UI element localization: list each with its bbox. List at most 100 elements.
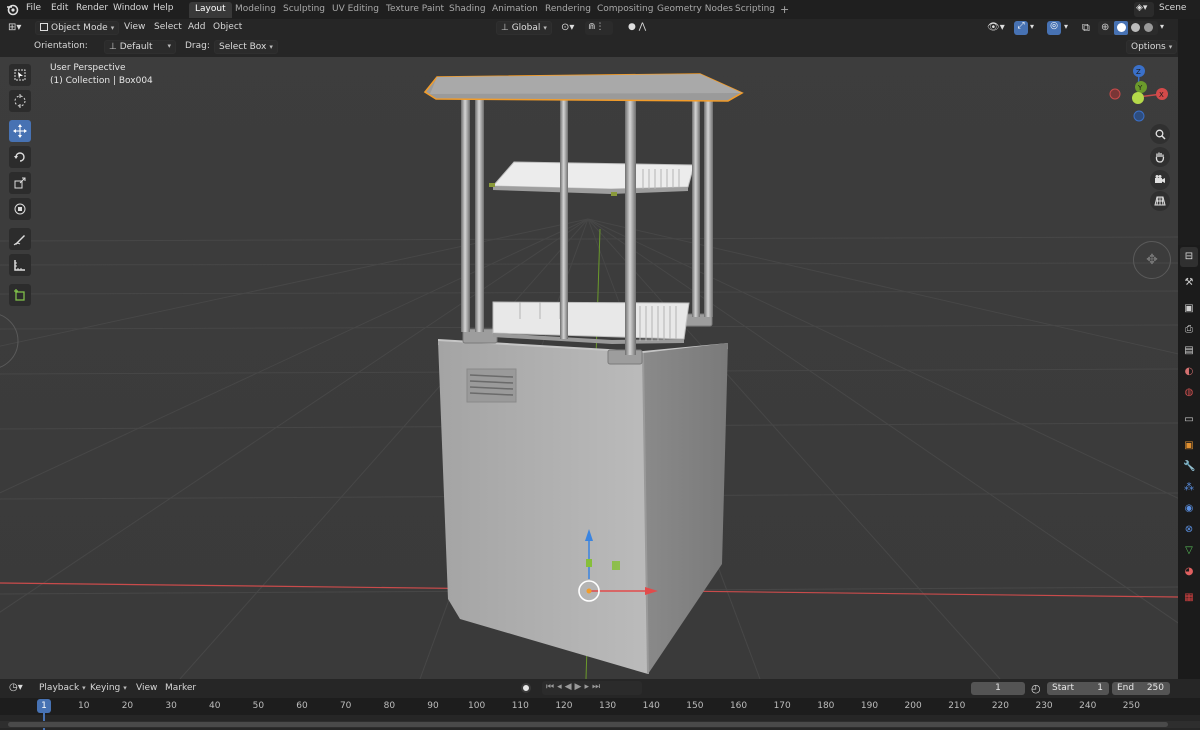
add-workspace-button[interactable]: +	[780, 1, 789, 17]
tab-scripting[interactable]: Scripting	[735, 2, 775, 18]
menu-timeline-view[interactable]: View	[136, 683, 157, 693]
view-layer-icon[interactable]: ▤	[1183, 345, 1195, 357]
playback-controls[interactable]: ⏮◂◀▶▸⏭	[542, 681, 642, 695]
move-icon[interactable]	[9, 120, 31, 142]
rotate-icon[interactable]	[9, 146, 31, 168]
preview-range-icon[interactable]: ◴	[1031, 682, 1041, 695]
viewport-header: ⊞▾ Object Mode ▾ View Select Add Object ⊥…	[0, 19, 1178, 37]
menu-view[interactable]: View	[124, 22, 145, 32]
timeline-scrollbar[interactable]	[0, 721, 1200, 728]
menu-window[interactable]: Window	[113, 3, 149, 13]
start-frame-field[interactable]: Start 1	[1047, 682, 1109, 695]
scale-icon[interactable]	[9, 172, 31, 194]
ruler-tick-label: 200	[904, 701, 922, 711]
overlays-toggle-icon[interactable]: ◎	[1047, 21, 1061, 35]
menu-add[interactable]: Add	[188, 22, 205, 32]
cursor-icon[interactable]	[9, 90, 31, 112]
snap-icon[interactable]: ⋒⋮	[585, 21, 613, 35]
object-mode-icon	[40, 23, 48, 31]
particles-icon[interactable]: ⁂	[1183, 482, 1195, 494]
walk-navigation-icon[interactable]: ✥	[1133, 241, 1171, 279]
3d-viewport[interactable]: X Z Y User Perspective (1) Collection | …	[0, 19, 1178, 679]
top-plate-selected[interactable]	[423, 73, 744, 102]
tab-layout[interactable]: Layout	[189, 2, 232, 18]
select-box-icon[interactable]	[9, 64, 31, 86]
gizmo-dropdown-icon[interactable]: ▾	[1030, 22, 1034, 31]
timeline-editor-icon[interactable]: ◷▾	[9, 682, 23, 693]
solid-shading-icon[interactable]	[1114, 21, 1128, 35]
timeline-ruler[interactable]: 1 10 20 30 40 50 60 70 80 90 100 110 120 130 140 150 160…	[0, 698, 1200, 730]
current-frame-field[interactable]: 1	[971, 682, 1025, 695]
tab-geometry-nodes[interactable]: Geometry Nodes	[657, 2, 733, 18]
shading-dropdown-icon[interactable]: ▾	[1160, 22, 1164, 31]
scene-icon[interactable]: ◐	[1183, 366, 1195, 378]
output-icon[interactable]: ⎙	[1183, 324, 1195, 336]
visibility-icon[interactable]: 👁▾	[987, 22, 1005, 33]
menu-keying[interactable]: Keying ▾	[90, 683, 127, 693]
menu-help[interactable]: Help	[153, 3, 174, 13]
ruler-tick-label: 130	[598, 701, 617, 711]
editor-type-icon[interactable]: ⊞▾	[8, 22, 21, 33]
ruler-tick-label: 150	[686, 701, 704, 711]
orientation-dropdown[interactable]: ⊥ Default ▾	[104, 40, 176, 54]
menu-object[interactable]: Object	[213, 22, 242, 32]
menu-playback[interactable]: Playback ▾	[39, 683, 86, 693]
modifier-icon[interactable]: 🔧	[1183, 461, 1195, 473]
data-icon[interactable]: ▽	[1183, 545, 1195, 557]
annotate-icon[interactable]	[9, 228, 31, 250]
rendered-shading-icon[interactable]	[1144, 23, 1153, 32]
camera-icon[interactable]	[1150, 170, 1170, 190]
editor-switch-icon[interactable]: ⊟	[1180, 247, 1198, 267]
hand-icon[interactable]	[1150, 147, 1170, 167]
menu-select[interactable]: Select	[154, 22, 182, 32]
physics-icon[interactable]: ◉	[1183, 503, 1195, 515]
proportional-edit-icon[interactable]: ● ⋀	[628, 22, 646, 32]
transform-icon[interactable]	[9, 198, 31, 220]
measure-icon[interactable]	[9, 254, 31, 276]
viewport-canvas[interactable]: X Z Y	[0, 19, 1178, 679]
pivot-point-icon[interactable]: ⊙▾	[561, 22, 574, 33]
menu-render[interactable]: Render	[76, 3, 108, 13]
tool-icon[interactable]: ⚒	[1183, 277, 1195, 289]
tab-sculpting[interactable]: Sculpting	[283, 2, 325, 18]
tab-shading[interactable]: Shading	[449, 2, 486, 18]
tab-texture-paint[interactable]: Texture Paint	[386, 2, 444, 18]
menu-file[interactable]: File	[26, 3, 41, 13]
material-shading-icon[interactable]	[1131, 23, 1140, 32]
end-frame-field[interactable]: End 250	[1112, 682, 1170, 695]
tab-uv-editing[interactable]: UV Editing	[332, 2, 379, 18]
gizmo-toggle-icon[interactable]: ⤢	[1014, 21, 1028, 35]
blender-logo-icon[interactable]	[6, 3, 19, 16]
scene-name[interactable]: Scene	[1159, 3, 1186, 13]
texture-icon[interactable]: ▦	[1183, 592, 1195, 604]
material-icon[interactable]: ◕	[1183, 566, 1195, 578]
mode-dropdown[interactable]: Object Mode ▾	[35, 21, 120, 35]
zoom-icon[interactable]	[1150, 124, 1170, 144]
add-cube-icon[interactable]	[9, 284, 31, 306]
constraints-icon[interactable]: ⊗	[1183, 524, 1195, 536]
scrollbar-thumb[interactable]	[8, 722, 1168, 727]
xray-toggle-icon[interactable]: ⧉	[1082, 21, 1090, 35]
render-icon[interactable]: ▣	[1183, 303, 1195, 315]
tab-rendering[interactable]: Rendering	[545, 2, 591, 18]
wireframe-shading-icon[interactable]: ⊕	[1101, 22, 1109, 33]
menu-marker[interactable]: Marker	[165, 683, 196, 693]
ruler-tick-label: 60	[296, 701, 308, 711]
overlays-dropdown-icon[interactable]: ▾	[1064, 22, 1068, 31]
ruler-tick-label: 170	[773, 701, 791, 711]
world-icon[interactable]: ◍	[1183, 387, 1195, 399]
tab-modeling[interactable]: Modeling	[235, 2, 276, 18]
object-icon[interactable]: ▣	[1183, 440, 1195, 452]
collection-icon[interactable]: ▭	[1183, 414, 1195, 426]
drag-dropdown[interactable]: Select Box ▾	[214, 40, 278, 54]
menu-edit[interactable]: Edit	[51, 3, 68, 13]
tab-animation[interactable]: Animation	[492, 2, 538, 18]
tab-compositing[interactable]: Compositing	[597, 2, 653, 18]
upper-heat-plate[interactable]	[489, 161, 695, 196]
options-dropdown[interactable]: Options ▾	[1126, 40, 1178, 54]
axis-x-label: X	[1159, 91, 1164, 99]
auto-keying-icon[interactable]	[521, 683, 531, 693]
scene-icon[interactable]: ◈▾	[1134, 2, 1154, 17]
grid-view-icon[interactable]	[1150, 191, 1170, 211]
transform-orientation-dropdown[interactable]: ⊥ Global ▾	[496, 21, 552, 35]
